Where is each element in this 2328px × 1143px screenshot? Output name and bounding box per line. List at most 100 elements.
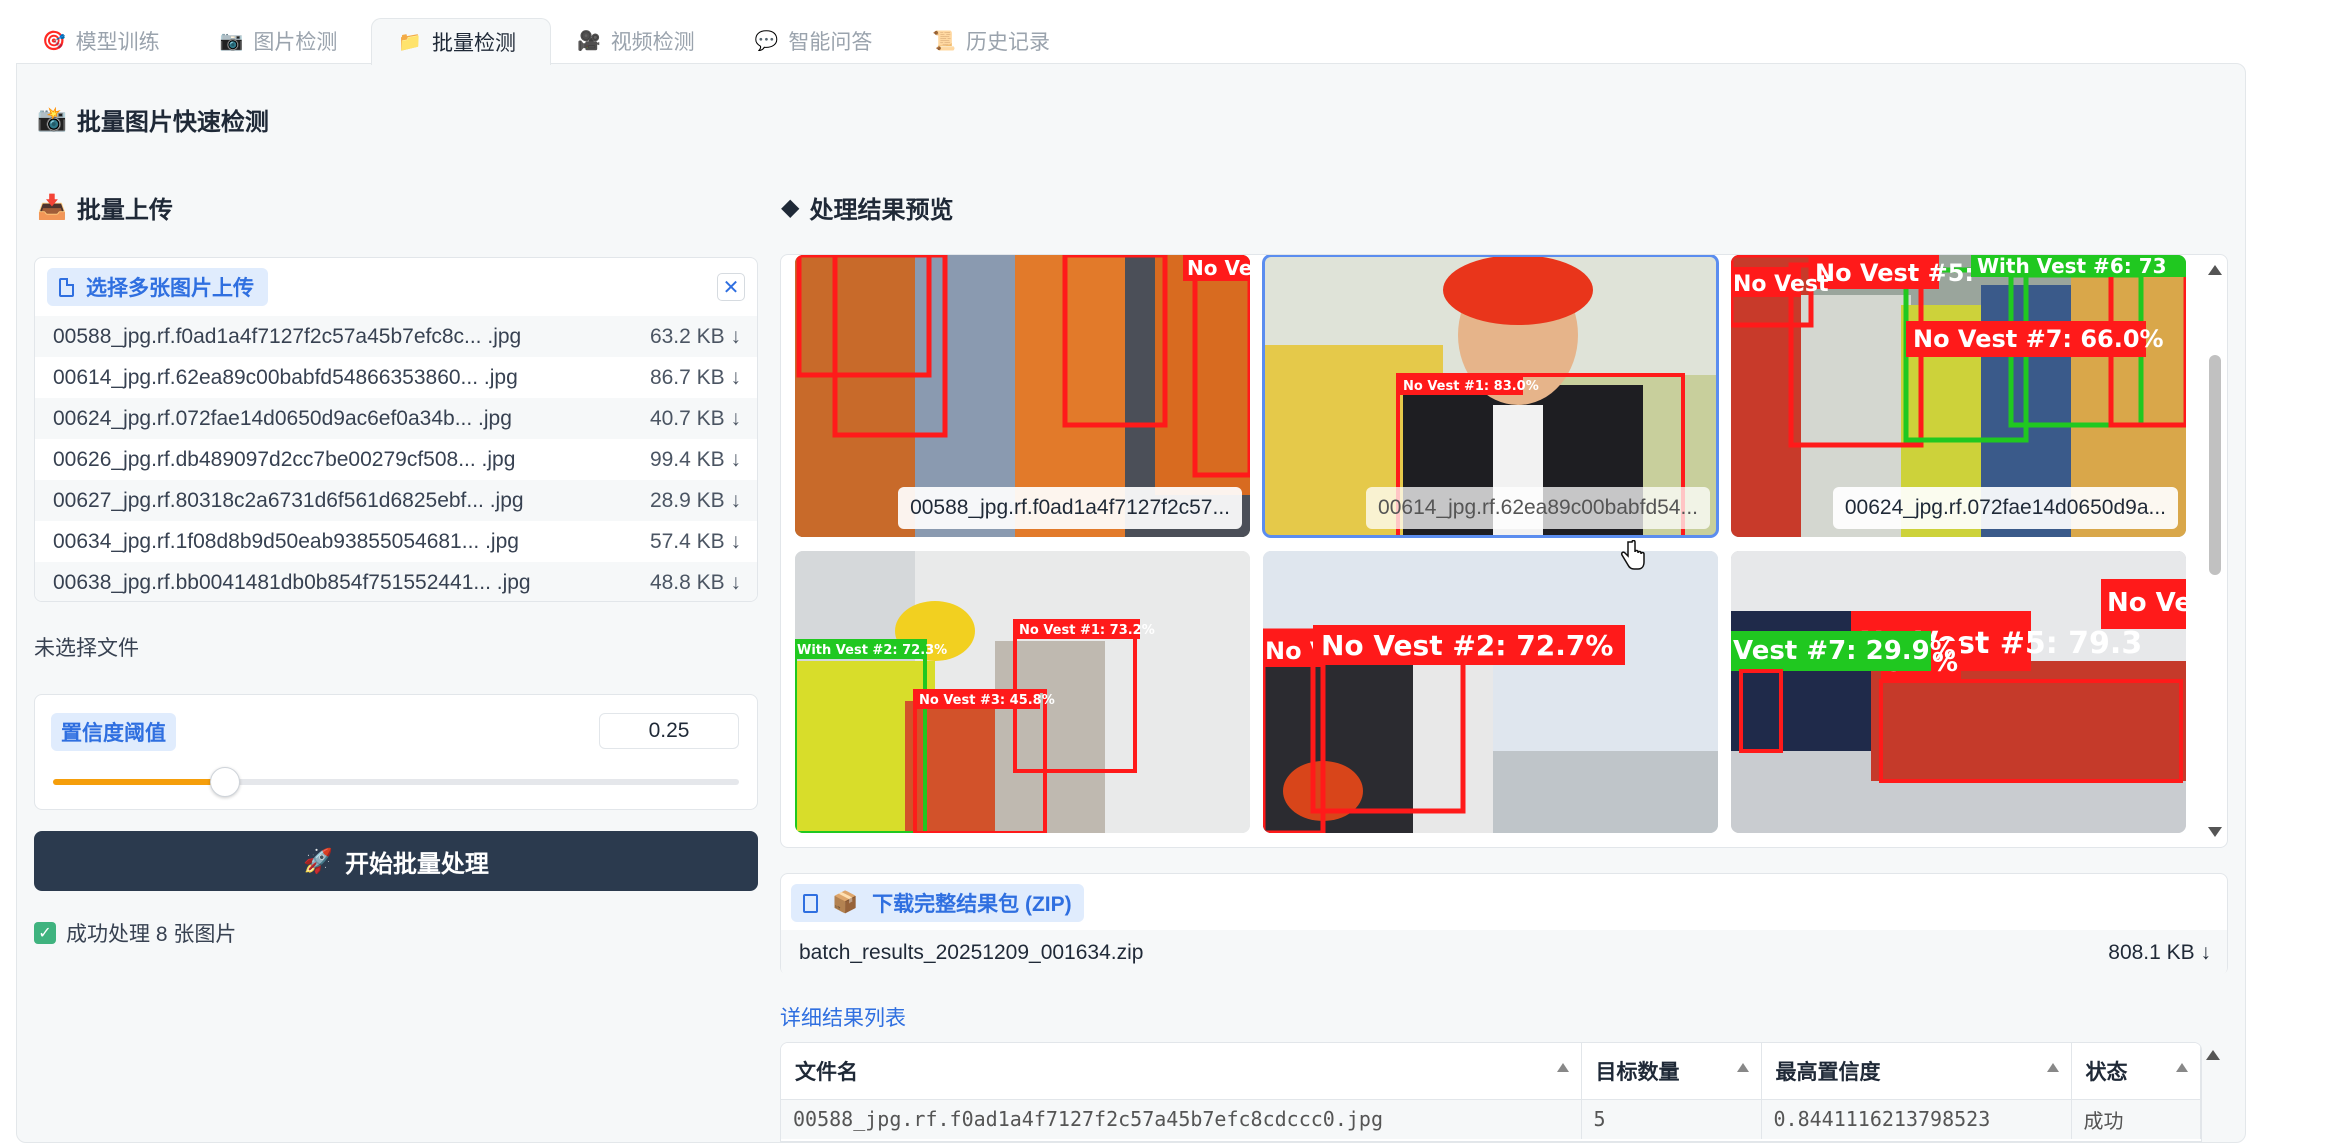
file-size[interactable]: 57.4 KB ↓ [650, 530, 741, 554]
diamond-icon: ◆ [781, 194, 800, 221]
gallery-thumb[interactable]: No Ve No Vest #2: 72.7% [1263, 551, 1718, 833]
file-name: 00634_jpg.rf.1f08d8b9d50eab93855054681..… [53, 529, 519, 553]
success-text: 成功处理 8 张图片 [66, 923, 237, 946]
table-row[interactable]: 00588_jpg.rf.f0ad1a4f7127f2c57a45b7efc8c… [781, 1099, 2201, 1139]
gallery-thumb[interactable]: No Vest #5: With Vest #6: 73 No Vest #7:… [1731, 255, 2186, 537]
train-workers-photo-icon: No Vest #5: 79.3 No Ve 3.7% Vest #7: 29.… [1731, 551, 2186, 833]
zip-file-size[interactable]: 808.1 KB ↓ [2108, 941, 2211, 965]
column-header-filename[interactable]: 文件名 [781, 1043, 1582, 1100]
workers-inspect-photo-icon: No Vest #1: 73.2% With Vest #2: 72.3% No… [795, 551, 1250, 833]
camera-icon: 📷 [219, 30, 244, 52]
column-header-max-confidence[interactable]: 最高置信度 [1761, 1043, 2072, 1100]
clear-files-button[interactable]: ✕ [717, 273, 745, 301]
column-label: 目标数量 [1595, 1060, 1680, 1084]
file-size[interactable]: 40.7 KB ↓ [650, 407, 741, 431]
table-scroll-up-icon[interactable] [2206, 1050, 2220, 1060]
detection-label: With Vest #2: 72.3% [797, 643, 947, 658]
gallery-thumb[interactable]: No Ve 00588_jpg.rf.f0ad1a4f7127f2c57... [795, 255, 1250, 537]
tab-smart-qa[interactable]: 💬 智能问答 [729, 18, 907, 63]
cell-status: 成功 [2071, 1099, 2201, 1139]
file-row[interactable]: 00634_jpg.rf.1f08d8b9d50eab93855054681..… [35, 521, 757, 562]
file-size[interactable]: 63.2 KB ↓ [650, 325, 741, 349]
page-title: 📸 批量图片快速检测 [37, 102, 269, 137]
zip-file-row[interactable]: batch_results_20251209_001634.zip 808.1 … [781, 930, 2227, 976]
start-batch-button[interactable]: 🚀 开始批量处理 [34, 831, 758, 891]
detail-results-table: 文件名 目标数量 最高置信度 状态 00588_jpg.rf.f0ad1a4f7… [780, 1042, 2202, 1142]
upload-section-title: 📥 批量上传 [37, 190, 173, 225]
package-icon: 📦 [832, 891, 859, 914]
sort-icon[interactable] [2176, 1063, 2188, 1072]
zip-label-text: 下载完整结果包 (ZIP) [872, 893, 1072, 916]
detection-label: No Ve [2107, 588, 2186, 618]
detection-label: No Ve [1187, 256, 1250, 280]
file-name: 00588_jpg.rf.f0ad1a4f7127f2c57a45b7efc8c… [53, 324, 522, 348]
zip-file-name[interactable]: batch_results_20251209_001634.zip [799, 941, 2108, 965]
sort-icon[interactable] [1556, 1063, 1569, 1072]
file-upload-box[interactable]: 选择多张图片上传 ✕ 00588_jpg.rf.f0ad1a4f7127f2c5… [34, 257, 758, 602]
sort-icon[interactable] [2046, 1063, 2059, 1072]
detail-list-title: 详细结果列表 [780, 1007, 906, 1030]
tab-model-training[interactable]: 🎯 模型训练 [16, 18, 194, 63]
file-row[interactable]: 00614_jpg.rf.62ea89c00babfd54866353860..… [35, 357, 757, 398]
scroll-icon: 📜 [932, 30, 957, 52]
upload-label-text: 选择多张图片上传 [86, 277, 254, 300]
scrollbar-thumb[interactable] [2209, 355, 2221, 575]
scroll-up-icon[interactable] [2208, 265, 2222, 275]
suits-photo-icon: No Ve No Vest #2: 72.7% [1263, 551, 1718, 833]
column-header-count[interactable]: 目标数量 [1581, 1043, 1762, 1100]
detection-label: No Vest #5: [1815, 259, 1974, 287]
slider-fill [53, 779, 225, 785]
inbox-icon: 📥 [37, 194, 67, 221]
detection-label: No Vest #2: 72.7% [1321, 629, 1613, 662]
file-row[interactable]: 00626_jpg.rf.db489097d2cc7be00279cf508..… [35, 439, 757, 480]
scroll-down-icon[interactable] [2208, 827, 2222, 837]
tab-batch-detect[interactable]: 📁 批量检测 [371, 18, 552, 65]
confidence-slider[interactable] [53, 767, 739, 797]
sort-icon[interactable] [1736, 1063, 1749, 1072]
file-size[interactable]: 48.8 KB ↓ [650, 571, 741, 595]
column-header-status[interactable]: 状态 [2071, 1043, 2201, 1100]
checkbox-checked-icon: ✓ [34, 922, 56, 944]
thumb-caption: 00588_jpg.rf.f0ad1a4f7127f2c57... [898, 487, 1242, 529]
gallery-thumb[interactable]: No Vest #1: 73.2% With Vest #2: 72.3% No… [795, 551, 1250, 833]
zip-download-box: 📦 下载完整结果包 (ZIP) batch_results_20251209_0… [780, 873, 2228, 976]
tab-label: 批量检测 [432, 32, 517, 55]
cell-confidence: 0.8441116213798523 [1761, 1099, 2072, 1139]
file-size[interactable]: 28.9 KB ↓ [650, 489, 741, 513]
file-size[interactable]: 99.4 KB ↓ [650, 448, 741, 472]
upload-section-label: 批量上传 [76, 197, 173, 224]
gallery-scrollbar[interactable] [2201, 255, 2227, 847]
thumb-caption: 00614_jpg.rf.62ea89c00babfd54... [1366, 487, 1710, 529]
tab-video-detect[interactable]: 🎥 视频检测 [551, 18, 729, 63]
upload-label-chip: 选择多张图片上传 [47, 268, 268, 306]
slider-thumb[interactable] [209, 767, 240, 797]
thumb-caption: 00624_jpg.rf.072fae14d0650d9a... [1832, 487, 2178, 529]
confidence-value-input[interactable]: 0.25 [599, 713, 739, 749]
tab-history[interactable]: 📜 历史记录 [906, 18, 1084, 63]
file-row[interactable]: 00627_jpg.rf.80318c2a6731d6f561d6825ebf.… [35, 480, 757, 521]
file-row[interactable]: 00624_jpg.rf.072fae14d0650d9ac6ef0a34b..… [35, 398, 757, 439]
tab-label: 历史记录 [966, 30, 1051, 54]
file-row[interactable]: 00638_jpg.rf.bb0041481db0b854f751552441.… [35, 562, 757, 601]
detection-label: No Vest #7: 66.0% [1913, 325, 2164, 353]
detection-label: With Vest #6: 73 [1977, 255, 2167, 278]
confidence-threshold-box: 置信度阈值 0.25 [34, 694, 758, 810]
file-name: 00614_jpg.rf.62ea89c00babfd54866353860..… [53, 365, 518, 389]
gallery-thumb-selected[interactable]: No Vest #1: 83.0% 00614_jpg.rf.62ea89c00… [1262, 255, 1719, 538]
tab-bar: 🎯 模型训练 📷 图片检测 📁 批量检测 🎥 视频检测 💬 智能问答 📜 历史记录 [16, 18, 1084, 65]
gallery-thumb[interactable]: No Vest #5: 79.3 No Ve 3.7% Vest #7: 29.… [1731, 551, 2186, 833]
tab-image-detect[interactable]: 📷 图片检测 [194, 18, 372, 63]
preview-section-label: 处理结果预览 [809, 197, 954, 224]
zip-label-chip: 📦 下载完整结果包 (ZIP) [791, 884, 1084, 922]
camera-flash-icon: 📸 [37, 106, 67, 133]
file-row[interactable]: 00588_jpg.rf.f0ad1a4f7127f2c57a45b7efc8c… [35, 316, 757, 357]
cell-count: 5 [1581, 1099, 1762, 1139]
tab-label: 视频检测 [610, 30, 695, 54]
folder-icon: 📁 [398, 32, 423, 53]
file-name: 00624_jpg.rf.072fae14d0650d9ac6ef0a34b..… [53, 406, 512, 430]
tab-label: 模型训练 [75, 30, 160, 54]
file-size[interactable]: 86.7 KB ↓ [650, 366, 741, 390]
detection-label: Vest #7: 29.9% [1733, 636, 1956, 666]
preview-section-title: ◆ 处理结果预览 [781, 190, 953, 225]
tab-label: 智能问答 [788, 30, 873, 54]
